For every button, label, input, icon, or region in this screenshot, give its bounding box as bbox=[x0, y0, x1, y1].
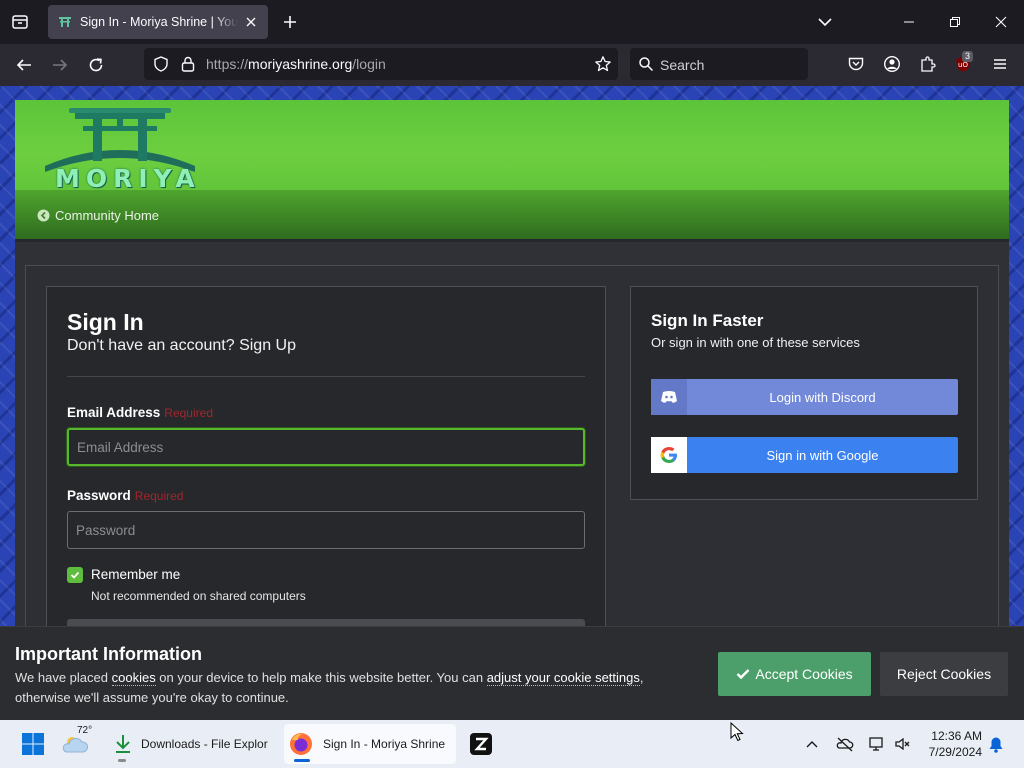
checkmark-icon bbox=[70, 571, 80, 579]
password-required: Required bbox=[134, 489, 184, 503]
email-required: Required bbox=[164, 406, 213, 420]
back-arrow-icon bbox=[16, 59, 31, 71]
signin-faster-title: Sign In Faster bbox=[651, 311, 764, 330]
url-bar[interactable]: https://moriyashrine.org/login bbox=[144, 48, 618, 80]
file-explorer-label: Downloads - File Explor bbox=[141, 737, 268, 751]
remember-me-checkbox[interactable] bbox=[67, 567, 83, 583]
breadcrumb[interactable]: Community Home bbox=[37, 208, 159, 223]
google-login-button[interactable]: Sign in with Google bbox=[651, 437, 958, 473]
email-field[interactable] bbox=[67, 428, 585, 466]
clock-time: 12:36 AM bbox=[931, 729, 982, 743]
cookie-title: Important Information bbox=[15, 644, 202, 664]
page-background: MORIYA Community Home Sign In Don't have… bbox=[0, 86, 1024, 720]
reload-icon bbox=[89, 58, 103, 72]
divider bbox=[67, 376, 585, 377]
weather-widget[interactable]: 72° bbox=[60, 724, 100, 764]
network-monitor-icon[interactable] bbox=[868, 735, 886, 753]
tray-chevron-up-icon[interactable] bbox=[805, 737, 819, 751]
new-tab-icon[interactable] bbox=[280, 12, 300, 32]
clock-date: 7/29/2024 bbox=[928, 745, 982, 759]
list-all-tabs-chevron-icon[interactable] bbox=[816, 13, 834, 31]
cookie-banner: Important Information We have placed coo… bbox=[0, 626, 1024, 720]
remember-me-label[interactable]: Remember me bbox=[91, 567, 180, 582]
back-button[interactable] bbox=[12, 53, 36, 77]
close-window-button[interactable] bbox=[978, 0, 1024, 44]
email-label: Email Address Required bbox=[67, 405, 213, 420]
breadcrumb-bar: Community Home bbox=[15, 190, 1009, 242]
account-icon[interactable] bbox=[881, 53, 903, 75]
signup-link[interactable]: Don't have an account? Sign Up bbox=[67, 337, 296, 355]
browser-tab-bar: Sign In - Moriya Shrine | Your re bbox=[0, 0, 1024, 44]
moriya-favicon-icon bbox=[59, 17, 71, 27]
search-icon bbox=[639, 57, 654, 72]
download-arrow-icon bbox=[116, 735, 130, 753]
notification-bell-icon[interactable] bbox=[988, 736, 1004, 754]
tab-list-icon[interactable] bbox=[8, 10, 32, 34]
signin-faster-panel: Sign In Faster Or sign in with one of th… bbox=[630, 286, 978, 500]
onedrive-icon[interactable] bbox=[836, 735, 854, 753]
password-field[interactable] bbox=[67, 511, 585, 549]
search-bar[interactable]: Search bbox=[630, 48, 808, 80]
breadcrumb-community-home[interactable]: Community Home bbox=[55, 208, 159, 223]
reject-cookies-button[interactable]: Reject Cookies bbox=[880, 652, 1008, 696]
discord-login-label: Login with Discord bbox=[769, 389, 876, 405]
close-tab-icon[interactable] bbox=[244, 15, 258, 29]
cookies-link[interactable]: cookies bbox=[111, 670, 156, 686]
browser-tab-active[interactable]: Sign In - Moriya Shrine | Your re bbox=[48, 5, 268, 39]
pocket-icon[interactable] bbox=[845, 53, 867, 75]
url-domain: moriyashrine.org bbox=[248, 56, 353, 72]
accept-cookies-button[interactable]: Accept Cookies bbox=[718, 652, 871, 696]
google-login-label: Sign in with Google bbox=[766, 447, 879, 463]
check-icon bbox=[737, 669, 750, 680]
search-placeholder: Search bbox=[660, 57, 705, 73]
zed-app-icon bbox=[470, 733, 492, 755]
discord-icon bbox=[651, 379, 687, 415]
remember-me-hint: Not recommended on shared computers bbox=[91, 589, 306, 603]
bookmark-star-icon[interactable] bbox=[594, 55, 612, 73]
extensions-puzzle-icon[interactable] bbox=[917, 53, 939, 75]
start-button[interactable] bbox=[16, 724, 50, 764]
weather-temp: 72° bbox=[77, 725, 93, 736]
windows-taskbar: 72° Downloads - File Explor Sign In - Mo… bbox=[0, 720, 1024, 768]
volume-muted-icon[interactable] bbox=[894, 735, 912, 753]
ublock-badge: 3 bbox=[962, 51, 974, 62]
restore-button[interactable] bbox=[932, 0, 978, 44]
taskbar-firefox[interactable]: Sign In - Moriya Shrine bbox=[284, 724, 456, 764]
lock-icon[interactable] bbox=[180, 55, 196, 73]
tab-title: Sign In - Moriya Shrine | Your re bbox=[80, 15, 238, 29]
reload-button[interactable] bbox=[84, 53, 108, 77]
taskbar-zed-app[interactable] bbox=[466, 724, 496, 764]
logo-text: MORIYA bbox=[55, 164, 201, 193]
firefox-icon bbox=[290, 733, 312, 755]
site-logo[interactable]: MORIYA bbox=[37, 104, 202, 193]
site-header: MORIYA bbox=[15, 100, 1009, 193]
url-prefix: https:// bbox=[206, 56, 249, 72]
svg-text:uO: uO bbox=[958, 61, 968, 69]
cloud-sun-icon bbox=[62, 737, 89, 753]
forward-arrow-icon bbox=[53, 59, 68, 71]
url-path: /login bbox=[352, 56, 386, 72]
password-label: Password Required bbox=[67, 488, 184, 503]
cookie-message: We have placed cookies on your device to… bbox=[15, 670, 644, 705]
signin-title: Sign In bbox=[67, 309, 144, 335]
minimize-button[interactable] bbox=[886, 0, 932, 44]
firefox-label: Sign In - Moriya Shrine bbox=[323, 737, 446, 751]
forward-button[interactable] bbox=[48, 53, 72, 77]
signin-faster-subtitle: Or sign in with one of these services bbox=[651, 335, 860, 350]
url-text[interactable]: https://moriyashrine.org/login bbox=[206, 56, 386, 72]
discord-login-button[interactable]: Login with Discord bbox=[651, 379, 958, 415]
shield-icon[interactable] bbox=[152, 55, 170, 73]
cookie-settings-link[interactable]: adjust your cookie settings bbox=[486, 670, 640, 686]
home-arrow-icon bbox=[37, 209, 50, 222]
google-icon bbox=[651, 437, 687, 473]
windows-logo-icon bbox=[22, 733, 44, 755]
app-menu-icon[interactable] bbox=[989, 53, 1011, 75]
mouse-cursor-icon bbox=[730, 722, 744, 742]
taskbar-file-explorer[interactable]: Downloads - File Explor bbox=[108, 724, 276, 764]
system-clock[interactable]: 12:36 AM 7/29/2024 bbox=[918, 728, 982, 760]
